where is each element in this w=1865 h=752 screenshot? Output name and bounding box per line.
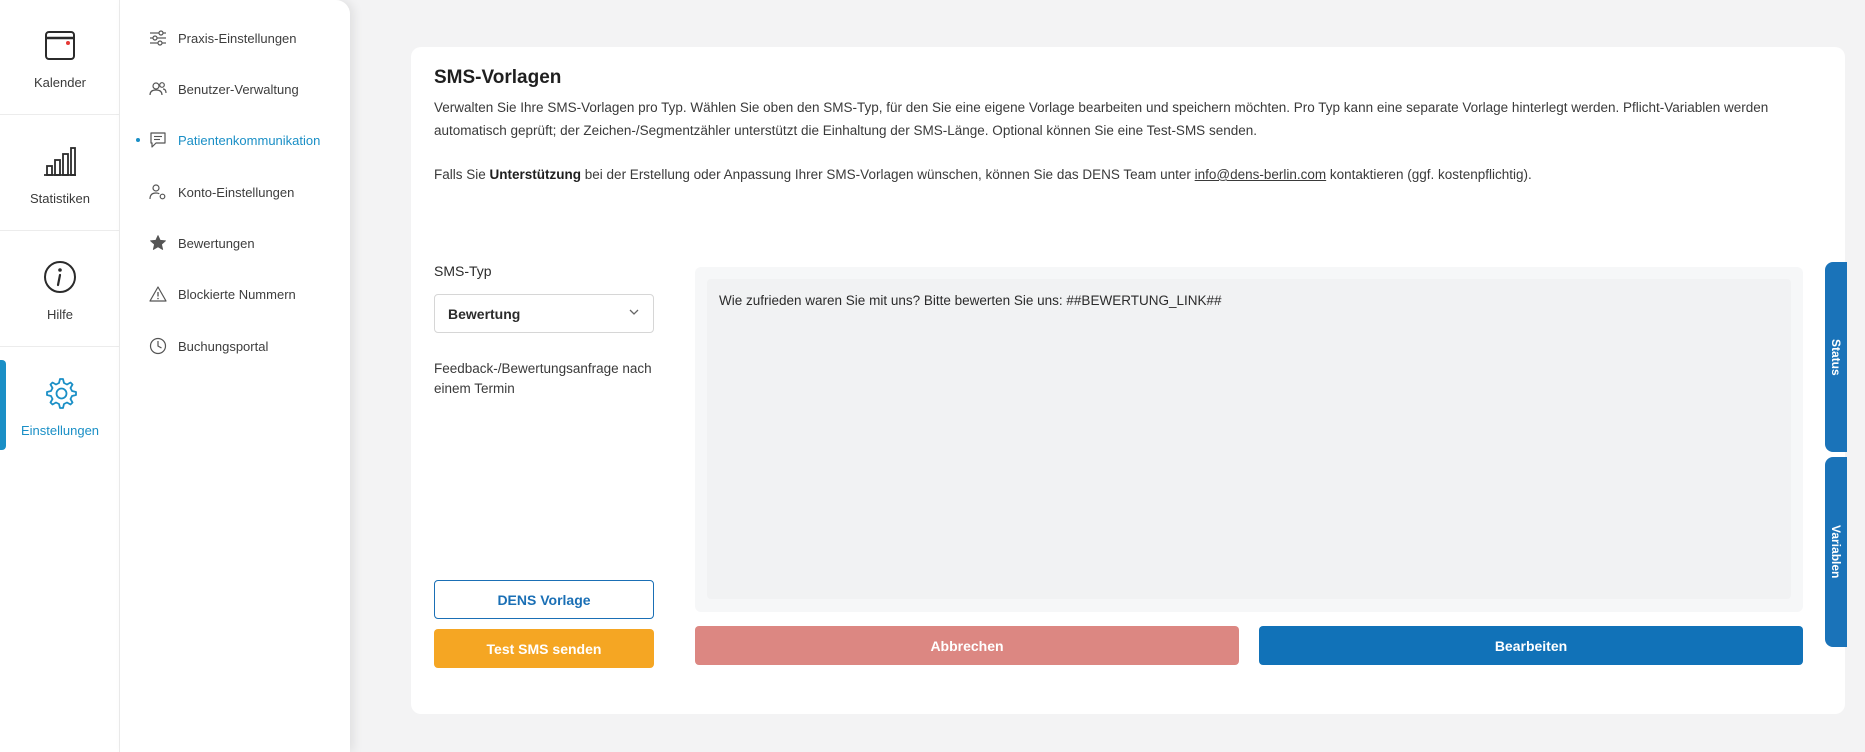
template-text-area[interactable]: Wie zufrieden waren Sie mit uns? Bitte b…	[707, 279, 1791, 599]
submenu-label: Buchungsportal	[178, 338, 269, 354]
support-note: Falls Sie Unterstützung bei der Erstellu…	[434, 163, 1814, 186]
submenu-label: Konto-Einstellungen	[178, 184, 295, 200]
calendar-icon	[40, 25, 80, 65]
sliders-icon	[148, 28, 168, 48]
variables-side-tab[interactable]: Variablen	[1825, 457, 1847, 647]
main-nav-rail: Kalender Statistiken Hilfe Einstellungen	[0, 0, 120, 752]
status-tab-label: Status	[1829, 338, 1843, 376]
sms-type-label: SMS-Typ	[434, 263, 492, 279]
cancel-button[interactable]: Abbrechen	[695, 626, 1239, 665]
info-icon	[40, 257, 80, 297]
settings-submenu: Praxis-Einstellungen Benutzer-Verwaltung…	[120, 0, 350, 752]
page-title: SMS-Vorlagen	[434, 67, 562, 88]
support-email-link[interactable]: info@dens-berlin.com	[1195, 167, 1327, 182]
template-editor-panel: Wie zufrieden waren Sie mit uns? Bitte b…	[695, 267, 1803, 612]
test-sms-button[interactable]: Test SMS senden	[434, 629, 654, 668]
sms-type-description: Feedback-/Bewertungsanfrage nach einem T…	[434, 361, 652, 396]
nav-item-statistiken[interactable]: Statistiken	[0, 116, 120, 231]
support-middle: bei der Erstellung oder Anpassung Ihrer …	[581, 167, 1195, 182]
user-gear-icon	[148, 182, 168, 202]
support-prefix: Falls Sie	[434, 167, 490, 182]
support-bold: Unterstützung	[489, 167, 582, 182]
status-side-tab[interactable]: Status	[1825, 262, 1847, 452]
submenu-item-konto-einstellungen[interactable]: Konto-Einstellungen	[148, 180, 294, 204]
sms-templates-card: SMS-Vorlagen Verwalten Sie Ihre SMS-Vorl…	[411, 47, 1845, 714]
star-icon	[148, 233, 168, 253]
warning-icon	[148, 284, 168, 304]
nav-label-statistiken: Statistiken	[30, 190, 90, 206]
submenu-item-patientenkommunikation[interactable]: Patientenkommunikation	[148, 128, 320, 152]
chat-icon	[148, 130, 168, 150]
active-indicator-dot	[136, 138, 140, 142]
support-suffix: kontaktieren (ggf. kostenpflichtig).	[1326, 167, 1532, 182]
submenu-label: Patientenkommunikation	[178, 132, 321, 148]
submenu-item-praxis-einstellungen[interactable]: Praxis-Einstellungen	[148, 26, 297, 50]
users-icon	[148, 79, 168, 99]
page-description: Verwalten Sie Ihre SMS-Vorlagen pro Typ.…	[434, 100, 1769, 138]
edit-button[interactable]: Bearbeiten	[1259, 626, 1803, 665]
submenu-item-blockierte-nummern[interactable]: Blockierte Nummern	[148, 282, 296, 306]
gear-icon	[40, 373, 80, 413]
submenu-label: Bewertungen	[178, 235, 255, 251]
clock-icon	[148, 336, 168, 356]
nav-item-kalender[interactable]: Kalender	[0, 0, 120, 115]
sms-type-select[interactable]: Bewertung	[434, 294, 654, 333]
submenu-item-buchungsportal[interactable]: Buchungsportal	[148, 334, 268, 358]
submenu-label: Blockierte Nummern	[178, 286, 296, 302]
nav-item-hilfe[interactable]: Hilfe	[0, 232, 120, 347]
nav-item-einstellungen[interactable]: Einstellungen	[0, 348, 120, 463]
bar-chart-icon	[40, 141, 80, 181]
variables-tab-label: Variablen	[1829, 525, 1843, 579]
submenu-item-bewertungen[interactable]: Bewertungen	[148, 231, 255, 255]
submenu-label: Benutzer-Verwaltung	[178, 81, 299, 97]
submenu-label: Praxis-Einstellungen	[178, 30, 297, 46]
dens-template-button[interactable]: DENS Vorlage	[434, 580, 654, 619]
sms-type-value: Bewertung	[448, 305, 521, 322]
nav-label-hilfe: Hilfe	[46, 306, 73, 322]
nav-label-kalender: Kalender	[33, 74, 87, 90]
nav-label-einstellungen: Einstellungen	[20, 423, 100, 438]
chevron-down-icon	[628, 305, 640, 323]
submenu-item-benutzer-verwaltung[interactable]: Benutzer-Verwaltung	[148, 77, 299, 101]
